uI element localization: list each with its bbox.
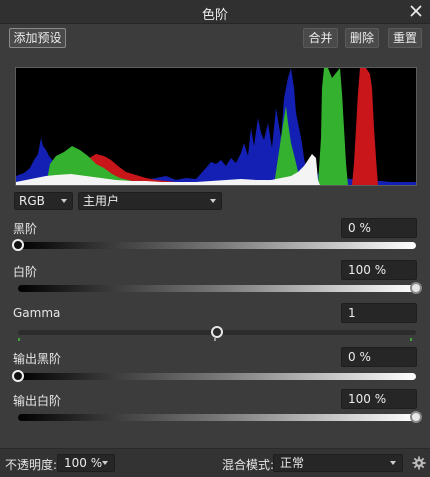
profile-select[interactable]: 主用户 [78,192,222,210]
window-title: 色阶 [201,8,228,23]
opacity-label: 不透明度: [5,458,58,472]
white-level-slider[interactable] [18,282,422,294]
black-level-slider[interactable] [12,239,416,251]
blend-mode-value: 正常 [280,456,305,470]
close-icon[interactable] [408,3,424,19]
output-black-thumb[interactable] [12,370,24,382]
gamma-min-tick [18,338,20,341]
gamma-mid-tick [214,338,216,341]
reset-button[interactable]: 重置 [388,28,422,48]
white-level-label: 白阶 [13,265,38,279]
merge-button[interactable]: 合并 [303,28,338,48]
output-white-input[interactable]: 100 % [341,389,417,409]
black-level-label: 黑阶 [13,222,38,236]
black-level-thumb[interactable] [12,239,24,251]
gamma-input[interactable]: 1 [341,303,417,323]
delete-button[interactable]: 删除 [345,28,379,48]
chevron-down-icon [390,461,396,465]
add-preset-button[interactable]: 添加预设 [9,28,66,48]
blend-mode-label: 混合模式: [222,458,275,472]
bottom-bar: 不透明度: 100 % 混合模式: 正常 [0,448,430,477]
channel-select-value: RGB [19,194,45,208]
output-white-slider[interactable] [18,411,422,423]
chevron-down-icon [102,461,108,465]
output-white-label: 输出白阶 [13,394,62,408]
gamma-label: Gamma [13,306,61,320]
output-black-label: 输出黑阶 [13,352,62,366]
opacity-value: 100 % [64,456,103,470]
gamma-slider[interactable] [18,326,416,338]
blend-mode-select[interactable]: 正常 [273,454,403,472]
white-level-thumb[interactable] [410,282,422,294]
histogram [15,67,417,186]
output-white-thumb[interactable] [410,411,422,423]
chevron-down-icon [61,199,67,203]
gamma-thumb[interactable] [211,326,223,338]
gear-icon[interactable] [412,456,426,470]
opacity-select[interactable]: 100 % [57,454,115,472]
histogram-graph [16,68,416,185]
profile-select-value: 主用户 [83,194,120,208]
black-level-input[interactable]: 0 % [341,218,417,238]
channel-select[interactable]: RGB [14,192,73,210]
output-black-slider[interactable] [12,370,416,382]
chevron-down-icon [210,199,216,203]
output-black-input[interactable]: 0 % [341,347,417,367]
gamma-max-tick [410,338,412,341]
white-level-input[interactable]: 100 % [341,260,417,280]
title-bar: 色阶 [0,0,430,24]
